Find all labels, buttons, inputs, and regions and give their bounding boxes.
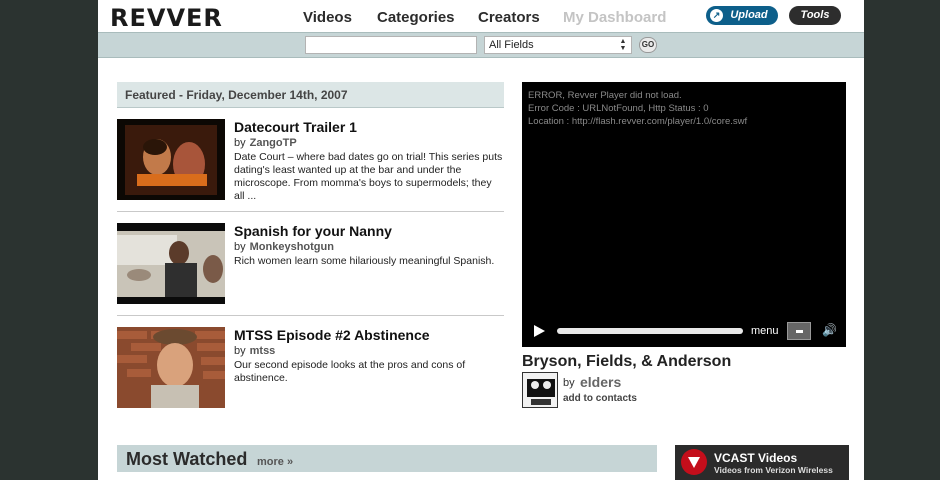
search-input[interactable] [305, 36, 477, 54]
nav-categories[interactable]: Categories [377, 9, 455, 26]
search-field-select[interactable]: All Fields ▲ ▼ [484, 36, 632, 54]
video-title[interactable]: Spanish for your Nanny [234, 223, 392, 239]
tools-button[interactable]: Tools [789, 6, 841, 25]
error-line: Error Code : URLNotFound, Http Status : … [528, 103, 709, 114]
add-to-contacts-link[interactable]: add to contacts [563, 393, 637, 404]
nav-my-dashboard[interactable]: My Dashboard [563, 9, 666, 26]
upload-button[interactable]: ↗ Upload [706, 6, 778, 25]
vcast-subtitle: Videos from Verizon Wireless [714, 465, 833, 475]
video-author[interactable]: ZangoTP [250, 137, 297, 149]
most-watched-heading: Most Watched [126, 449, 248, 469]
revver-logo[interactable]: REVVER [110, 4, 223, 32]
play-icon[interactable] [534, 325, 545, 337]
video-thumbnail[interactable] [117, 223, 225, 304]
header: REVVER Videos Categories Creators My Das… [98, 0, 864, 32]
divider [117, 315, 504, 316]
player-menu-button[interactable]: menu [751, 325, 779, 337]
featured-item: MTSS Episode #2 Abstinence by mtss Our se… [117, 327, 504, 421]
video-byline: by ZangoTP [234, 137, 297, 149]
video-description: Rich women learn some hilariously meanin… [234, 255, 495, 267]
video-author[interactable]: mtss [250, 345, 276, 357]
more-link[interactable]: more » [257, 456, 293, 468]
most-watched-bar: Most Watched more » [117, 445, 657, 472]
video-description: Date Court – where bad dates go on trial… [234, 151, 503, 202]
error-line: Location : http://flash.revver.com/playe… [528, 116, 748, 127]
featured-item: Datecourt Trailer 1 by ZangoTP Date Court… [117, 119, 504, 213]
vcast-banner[interactable]: VCAST Videos Videos from Verizon Wireles… [675, 445, 849, 480]
select-arrows-icon: ▲ ▼ [619, 38, 627, 52]
author-avatar[interactable] [522, 372, 558, 408]
divider [117, 211, 504, 212]
search-field-value: All Fields [489, 39, 534, 51]
author-name[interactable]: elders [580, 374, 621, 390]
fullscreen-button[interactable] [787, 322, 811, 340]
page: REVVER Videos Categories Creators My Das… [98, 0, 864, 480]
nav-videos[interactable]: Videos [303, 9, 352, 26]
video-description: Our second episode looks at the pros and… [234, 359, 466, 384]
volume-icon[interactable]: 🔊 [822, 323, 837, 337]
video-thumbnail[interactable] [117, 327, 225, 408]
video-author[interactable]: Monkeyshotgun [250, 241, 334, 253]
verizon-logo-icon [681, 449, 707, 475]
upload-arrow-icon: ↗ [710, 9, 723, 22]
featured-heading: Featured - Friday, December 14th, 2007 [117, 82, 504, 108]
video-player[interactable]: ERROR, Revver Player did not load. Error… [522, 82, 846, 347]
video-byline: by Monkeyshotgun [234, 241, 334, 253]
video-thumbnail[interactable] [117, 119, 225, 200]
video-title[interactable]: MTSS Episode #2 Abstinence [234, 327, 430, 343]
search-bar: All Fields ▲ ▼ GO [98, 32, 864, 58]
author-by-label: by [563, 377, 575, 389]
player-error: ERROR, Revver Player did not load. Error… [528, 89, 747, 128]
error-line: ERROR, Revver Player did not load. [528, 90, 682, 101]
video-byline: by mtss [234, 345, 276, 357]
video-title[interactable]: Datecourt Trailer 1 [234, 119, 357, 135]
nav-creators[interactable]: Creators [478, 9, 540, 26]
featured-item: Spanish for your Nanny by Monkeyshotgun R… [117, 223, 504, 317]
progress-track[interactable] [557, 328, 743, 334]
player-video-title[interactable]: Bryson, Fields, & Anderson [522, 353, 731, 371]
upload-label: Upload [730, 9, 768, 21]
vcast-title: VCAST Videos [714, 451, 798, 465]
go-button[interactable]: GO [639, 37, 657, 53]
